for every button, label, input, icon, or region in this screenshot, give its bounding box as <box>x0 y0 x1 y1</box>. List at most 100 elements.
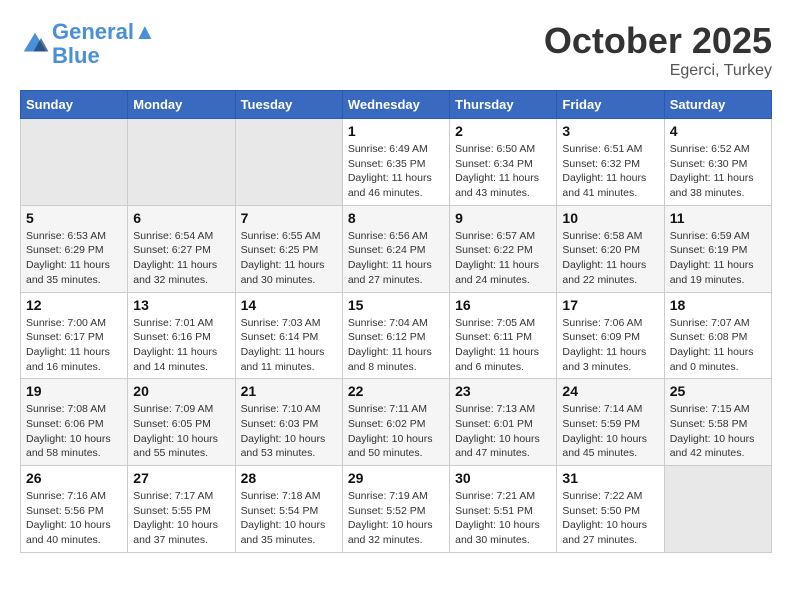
day-info: Sunrise: 7:17 AMSunset: 5:55 PMDaylight:… <box>133 489 229 548</box>
day-cell: 9 Sunrise: 6:57 AMSunset: 6:22 PMDaylight… <box>450 205 557 292</box>
day-number: 9 <box>455 210 551 226</box>
weekday-header-sunday: Sunday <box>21 91 128 119</box>
day-cell: 5Sunrise: 6:53 AMSunset: 6:29 PMDaylight… <box>21 205 128 292</box>
day-cell: 20Sunrise: 7:09 AMSunset: 6:05 PMDayligh… <box>128 379 235 466</box>
week-row-1: 1 Sunrise: 6:49 AMSunset: 6:35 PMDaylight… <box>21 119 772 206</box>
day-cell <box>128 119 235 206</box>
day-info: Sunrise: 7:04 AMSunset: 6:12 PMDaylight:… <box>348 316 444 375</box>
logo-icon <box>20 29 50 59</box>
day-cell: 26Sunrise: 7:16 AMSunset: 5:56 PMDayligh… <box>21 466 128 553</box>
weekday-header-friday: Friday <box>557 91 664 119</box>
day-info: Sunrise: 6:58 AMSunset: 6:20 PMDaylight:… <box>562 229 658 288</box>
day-info: Sunrise: 6:50 AMSunset: 6:34 PMDaylight:… <box>455 142 551 201</box>
week-row-5: 26Sunrise: 7:16 AMSunset: 5:56 PMDayligh… <box>21 466 772 553</box>
day-number: 7 <box>241 210 337 226</box>
day-cell: 24Sunrise: 7:14 AMSunset: 5:59 PMDayligh… <box>557 379 664 466</box>
day-number: 24 <box>562 383 658 399</box>
weekday-header-tuesday: Tuesday <box>235 91 342 119</box>
day-cell: 11Sunrise: 6:59 AMSunset: 6:19 PMDayligh… <box>664 205 771 292</box>
day-cell: 8 Sunrise: 6:56 AMSunset: 6:24 PMDaylight… <box>342 205 449 292</box>
day-info: Sunrise: 6:55 AMSunset: 6:25 PMDaylight:… <box>241 229 337 288</box>
day-info: Sunrise: 7:09 AMSunset: 6:05 PMDaylight:… <box>133 402 229 461</box>
day-info: Sunrise: 7:01 AMSunset: 6:16 PMDaylight:… <box>133 316 229 375</box>
weekday-header-monday: Monday <box>128 91 235 119</box>
day-cell <box>664 466 771 553</box>
day-cell: 22 Sunrise: 7:11 AMSunset: 6:02 PMDayligh… <box>342 379 449 466</box>
day-number: 22 <box>348 383 444 399</box>
day-info: Sunrise: 7:16 AMSunset: 5:56 PMDaylight:… <box>26 489 122 548</box>
week-row-2: 5Sunrise: 6:53 AMSunset: 6:29 PMDaylight… <box>21 205 772 292</box>
day-number: 27 <box>133 470 229 486</box>
day-info: Sunrise: 7:11 AMSunset: 6:02 PMDaylight:… <box>348 402 444 461</box>
day-cell: 30Sunrise: 7:21 AMSunset: 5:51 PMDayligh… <box>450 466 557 553</box>
day-info: Sunrise: 7:07 AMSunset: 6:08 PMDaylight:… <box>670 316 766 375</box>
day-cell: 25Sunrise: 7:15 AMSunset: 5:58 PMDayligh… <box>664 379 771 466</box>
month-title: October 2025 <box>544 20 772 62</box>
day-cell: 29 Sunrise: 7:19 AMSunset: 5:52 PMDayligh… <box>342 466 449 553</box>
week-row-3: 12 Sunrise: 7:00 AMSunset: 6:17 PMDayligh… <box>21 292 772 379</box>
day-number: 19 <box>26 383 122 399</box>
day-cell: 18 Sunrise: 7:07 AMSunset: 6:08 PMDayligh… <box>664 292 771 379</box>
day-info: Sunrise: 6:56 AMSunset: 6:24 PMDaylight:… <box>348 229 444 288</box>
day-cell: 2 Sunrise: 6:50 AMSunset: 6:34 PMDaylight… <box>450 119 557 206</box>
day-number: 21 <box>241 383 337 399</box>
calendar-table: SundayMondayTuesdayWednesdayThursdayFrid… <box>20 90 772 553</box>
day-number: 8 <box>348 210 444 226</box>
day-number: 4 <box>670 123 766 139</box>
logo-accent: ▲ <box>134 19 156 44</box>
day-number: 15 <box>348 297 444 313</box>
day-cell: 31 Sunrise: 7:22 AMSunset: 5:50 PMDayligh… <box>557 466 664 553</box>
day-number: 17 <box>562 297 658 313</box>
day-number: 16 <box>455 297 551 313</box>
day-cell: 10 Sunrise: 6:58 AMSunset: 6:20 PMDayligh… <box>557 205 664 292</box>
day-cell: 17 Sunrise: 7:06 AMSunset: 6:09 PMDayligh… <box>557 292 664 379</box>
day-number: 29 <box>348 470 444 486</box>
weekday-header-thursday: Thursday <box>450 91 557 119</box>
day-cell: 13Sunrise: 7:01 AMSunset: 6:16 PMDayligh… <box>128 292 235 379</box>
day-cell: 3 Sunrise: 6:51 AMSunset: 6:32 PMDaylight… <box>557 119 664 206</box>
day-info: Sunrise: 6:52 AMSunset: 6:30 PMDaylight:… <box>670 142 766 201</box>
day-cell: 12 Sunrise: 7:00 AMSunset: 6:17 PMDayligh… <box>21 292 128 379</box>
day-number: 3 <box>562 123 658 139</box>
day-number: 2 <box>455 123 551 139</box>
day-number: 11 <box>670 210 766 226</box>
day-info: Sunrise: 6:49 AMSunset: 6:35 PMDaylight:… <box>348 142 444 201</box>
day-cell: 19 Sunrise: 7:08 AMSunset: 6:06 PMDayligh… <box>21 379 128 466</box>
day-number: 12 <box>26 297 122 313</box>
weekday-header-wednesday: Wednesday <box>342 91 449 119</box>
day-info: Sunrise: 7:21 AMSunset: 5:51 PMDaylight:… <box>455 489 551 548</box>
location-subtitle: Egerci, Turkey <box>544 62 772 80</box>
day-info: Sunrise: 7:19 AMSunset: 5:52 PMDaylight:… <box>348 489 444 548</box>
day-cell <box>235 119 342 206</box>
day-number: 5 <box>26 210 122 226</box>
day-info: Sunrise: 6:54 AMSunset: 6:27 PMDaylight:… <box>133 229 229 288</box>
day-info: Sunrise: 7:08 AMSunset: 6:06 PMDaylight:… <box>26 402 122 461</box>
weekday-header-row: SundayMondayTuesdayWednesdayThursdayFrid… <box>21 91 772 119</box>
day-info: Sunrise: 7:06 AMSunset: 6:09 PMDaylight:… <box>562 316 658 375</box>
day-number: 25 <box>670 383 766 399</box>
day-number: 18 <box>670 297 766 313</box>
logo-text: General▲ Blue <box>52 20 156 68</box>
day-number: 6 <box>133 210 229 226</box>
day-info: Sunrise: 7:05 AMSunset: 6:11 PMDaylight:… <box>455 316 551 375</box>
logo-line1: General <box>52 19 134 44</box>
title-block: October 2025 Egerci, Turkey <box>544 20 772 80</box>
day-info: Sunrise: 7:10 AMSunset: 6:03 PMDaylight:… <box>241 402 337 461</box>
day-info: Sunrise: 6:51 AMSunset: 6:32 PMDaylight:… <box>562 142 658 201</box>
day-cell: 6 Sunrise: 6:54 AMSunset: 6:27 PMDaylight… <box>128 205 235 292</box>
day-number: 14 <box>241 297 337 313</box>
logo: General▲ Blue <box>20 20 156 68</box>
page-header: General▲ Blue October 2025 Egerci, Turke… <box>20 20 772 80</box>
day-cell: 15 Sunrise: 7:04 AMSunset: 6:12 PMDayligh… <box>342 292 449 379</box>
day-number: 10 <box>562 210 658 226</box>
day-number: 31 <box>562 470 658 486</box>
day-number: 1 <box>348 123 444 139</box>
day-info: Sunrise: 7:22 AMSunset: 5:50 PMDaylight:… <box>562 489 658 548</box>
day-info: Sunrise: 7:00 AMSunset: 6:17 PMDaylight:… <box>26 316 122 375</box>
day-info: Sunrise: 7:13 AMSunset: 6:01 PMDaylight:… <box>455 402 551 461</box>
day-cell <box>21 119 128 206</box>
day-cell: 4 Sunrise: 6:52 AMSunset: 6:30 PMDaylight… <box>664 119 771 206</box>
day-info: Sunrise: 6:57 AMSunset: 6:22 PMDaylight:… <box>455 229 551 288</box>
day-number: 28 <box>241 470 337 486</box>
weekday-header-saturday: Saturday <box>664 91 771 119</box>
